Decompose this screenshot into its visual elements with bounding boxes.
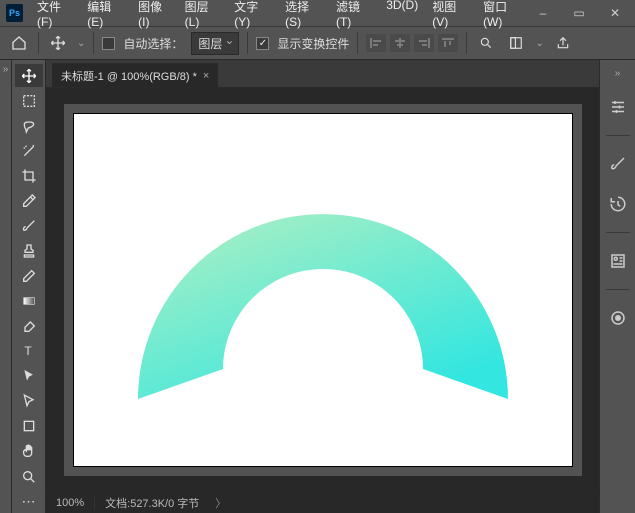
align-right-button[interactable] (414, 34, 434, 52)
svg-text:T: T (24, 344, 32, 358)
auto-select-dropdown[interactable]: 图层 (191, 32, 239, 55)
eraser-tool[interactable] (15, 265, 43, 288)
show-transform-checkbox[interactable] (256, 37, 269, 50)
marquee-tool[interactable] (15, 89, 43, 112)
direct-select-tool[interactable] (15, 390, 43, 413)
tab-close-icon[interactable]: × (203, 70, 209, 82)
edit-toolbar-button[interactable]: ⋯ (15, 490, 43, 513)
menu-file[interactable]: 文件(F) (31, 0, 79, 32)
history-panel-icon[interactable] (606, 192, 630, 216)
expand-left-icon[interactable]: » (3, 64, 9, 75)
right-panel-dock: » (599, 60, 635, 513)
stamp-tool[interactable] (15, 239, 43, 262)
menu-bar: 文件(F) 编辑(E) 图像(I) 图层(L) 文字(Y) 选择(S) 滤镜(T… (31, 0, 529, 32)
workspace: » T ⋯ 未标题-1 @ 100%(RGB/8) * × (0, 60, 635, 513)
divider (93, 32, 94, 54)
auto-select-label: 自动选择： (123, 35, 183, 52)
path-select-tool[interactable] (15, 365, 43, 388)
auto-select-checkbox[interactable] (102, 37, 115, 50)
chevron-down-icon[interactable]: ⌄ (535, 38, 543, 49)
menu-3d[interactable]: 3D(D) (380, 0, 424, 32)
menu-type[interactable]: 文字(Y) (228, 0, 277, 32)
panel-separator (606, 289, 630, 290)
minimize-button[interactable]: – (529, 4, 557, 22)
menu-layer[interactable]: 图层(L) (179, 0, 227, 32)
restore-button[interactable]: ▭ (565, 4, 593, 22)
status-menu-icon[interactable]: 〉 (209, 495, 232, 511)
brushes-panel-icon[interactable] (606, 152, 630, 176)
show-transform-label: 显示变换控件 (277, 35, 349, 52)
tab-label: 未标题-1 @ 100%(RGB/8) * (61, 68, 197, 84)
menu-window[interactable]: 窗口(W) (477, 0, 529, 32)
tab-bar: 未标题-1 @ 100%(RGB/8) * × (46, 60, 599, 88)
divider (357, 32, 358, 54)
close-window-button[interactable]: ✕ (601, 4, 629, 22)
move-tool[interactable] (15, 64, 43, 87)
properties-panel-icon[interactable] (606, 249, 630, 273)
menu-view[interactable]: 视图(V) (426, 0, 475, 32)
divider (247, 32, 248, 54)
brush-tool[interactable] (15, 214, 43, 237)
status-bar: 100% 文档:527.3K/0 字节 〉 (46, 491, 599, 513)
magic-wand-tool[interactable] (15, 139, 43, 162)
color-panel-icon[interactable] (606, 306, 630, 330)
left-collapse-strip[interactable]: » (0, 60, 12, 513)
align-left-button[interactable] (366, 34, 386, 52)
home-icon[interactable] (8, 32, 30, 54)
search-icon[interactable] (475, 32, 497, 54)
document-tab[interactable]: 未标题-1 @ 100%(RGB/8) * × (52, 63, 218, 87)
align-center-h-button[interactable] (390, 34, 410, 52)
divider (38, 32, 39, 54)
pen-tool[interactable] (15, 315, 43, 338)
eyedropper-tool[interactable] (15, 189, 43, 212)
canvas[interactable] (74, 114, 572, 466)
workspace-switcher-icon[interactable] (505, 32, 527, 54)
lasso-tool[interactable] (15, 114, 43, 137)
crop-tool[interactable] (15, 164, 43, 187)
doc-info: 文档:527.3K/0 字节 (95, 495, 209, 511)
title-bar: Ps 文件(F) 编辑(E) 图像(I) 图层(L) 文字(Y) 选择(S) 滤… (0, 0, 635, 26)
shape-tool[interactable] (15, 415, 43, 438)
hand-tool[interactable] (15, 440, 43, 463)
move-tool-icon[interactable] (47, 32, 69, 54)
gradient-tool[interactable] (15, 290, 43, 313)
panel-separator (606, 232, 630, 233)
window-controls: – ▭ ✕ (529, 4, 629, 22)
menu-filter[interactable]: 滤镜(T) (330, 0, 378, 32)
document-area: 未标题-1 @ 100%(RGB/8) * × 100% 文档: (46, 60, 599, 513)
gradient-arc-shape (118, 189, 528, 419)
zoom-tool[interactable] (15, 465, 43, 488)
share-icon[interactable] (552, 32, 574, 54)
menu-edit[interactable]: 编辑(E) (81, 0, 130, 32)
toolbox: T ⋯ (12, 60, 46, 513)
menu-image[interactable]: 图像(I) (132, 0, 177, 32)
canvas-viewport[interactable] (46, 88, 599, 491)
divider (466, 32, 467, 54)
app-logo: Ps (6, 4, 23, 22)
adjustments-panel-icon[interactable] (606, 95, 630, 119)
expand-right-icon[interactable]: » (615, 68, 621, 79)
menu-select[interactable]: 选择(S) (279, 0, 328, 32)
panel-separator (606, 135, 630, 136)
align-top-button[interactable] (438, 34, 458, 52)
tool-preset-dropdown-icon[interactable]: ⌄ (77, 38, 85, 49)
zoom-level[interactable]: 100% (46, 497, 95, 509)
type-tool[interactable]: T (15, 340, 43, 363)
